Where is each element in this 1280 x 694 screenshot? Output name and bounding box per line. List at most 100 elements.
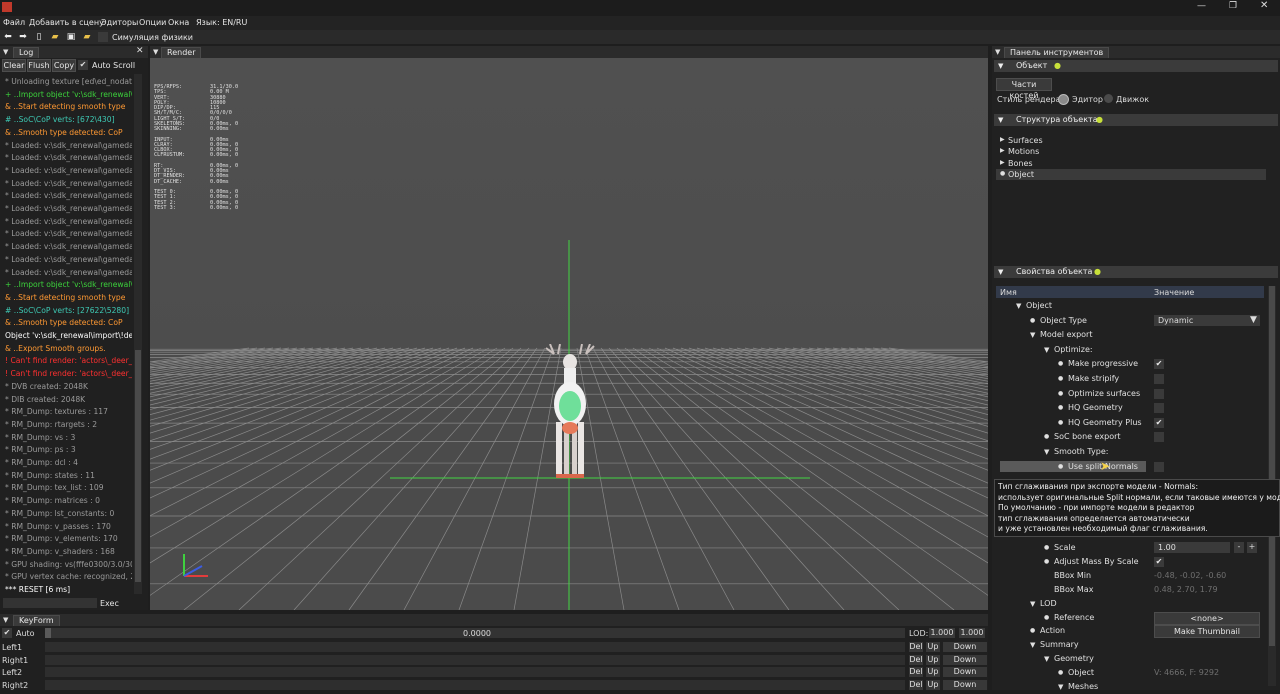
minimize-button[interactable]: — <box>1197 1 1206 11</box>
bullet-icon[interactable]: ● <box>1058 463 1063 470</box>
bullet-icon[interactable]: ● <box>1044 558 1049 565</box>
auto-scroll-checkbox[interactable]: ✔ <box>78 60 88 70</box>
property-row[interactable]: ▼ Smooth Type: <box>996 445 1254 459</box>
expand-icon[interactable]: ▼ <box>1030 331 1035 339</box>
expand-right-icon[interactable]: ▶ <box>1000 159 1005 166</box>
redo-icon[interactable]: ➡ <box>18 32 28 42</box>
menu-file[interactable]: Файл <box>3 18 25 27</box>
property-checkbox[interactable] <box>1154 432 1164 443</box>
keyform-track[interactable] <box>45 654 905 665</box>
maximize-button[interactable]: ❐ <box>1229 1 1237 11</box>
section-object[interactable]: ▼ Объект ● <box>994 60 1278 72</box>
property-row[interactable]: ● HQ Geometry <box>996 401 1254 415</box>
property-button[interactable]: Make Thumbnail <box>1154 625 1260 639</box>
render-viewport[interactable]: FPS/RFPS: 31.1/30.0 TPS: 0.00 M VERT: 30880 PO… <box>150 58 988 610</box>
collapse-icon[interactable]: ▼ <box>3 48 8 56</box>
property-checkbox[interactable] <box>1154 461 1164 472</box>
property-row[interactable]: ● Object Type Dynamic ▼ <box>996 314 1260 328</box>
menu-options[interactable]: Опции <box>139 18 166 27</box>
tree-item-bones[interactable]: Bones <box>1008 159 1033 168</box>
lod-input-1[interactable]: 1.000 <box>929 628 955 638</box>
collapse-icon[interactable]: ▼ <box>3 616 8 624</box>
property-row[interactable]: ● Make progressive ✔ <box>996 357 1254 371</box>
menu-windows[interactable]: Окна <box>168 18 189 27</box>
bullet-icon[interactable]: ● <box>1044 544 1049 551</box>
bullet-icon[interactable]: ● <box>1058 360 1063 367</box>
up-button[interactable]: Up <box>926 680 940 691</box>
section-object-structure[interactable]: ▼ Структура объекта ● <box>994 114 1278 126</box>
keyform-track[interactable] <box>45 667 905 678</box>
bullet-icon[interactable]: ● <box>1030 627 1035 634</box>
tree-item-motions[interactable]: Motions <box>1008 147 1039 156</box>
bullet-icon[interactable]: ● <box>1058 419 1063 426</box>
expand-icon[interactable]: ▼ <box>1044 655 1049 663</box>
menu-add-to-scene[interactable]: Добавить в сцену <box>29 18 104 27</box>
property-row[interactable]: ● SoC bone export <box>996 430 1254 444</box>
bullet-icon[interactable]: ● <box>1058 404 1063 411</box>
property-row[interactable]: ▼ Summary <box>996 638 1254 652</box>
property-checkbox[interactable] <box>1154 374 1164 384</box>
del-button[interactable]: Del <box>909 654 923 665</box>
property-row[interactable]: ▼ LOD <box>996 597 1254 611</box>
property-checkbox[interactable] <box>1154 403 1164 414</box>
property-row[interactable]: ▼ Model export <box>996 328 1254 342</box>
open-icon[interactable]: ▰ <box>82 32 92 42</box>
copy-button[interactable]: Copy <box>52 59 76 72</box>
section-object-properties[interactable]: ▼ Свойства объекта ● <box>994 266 1278 278</box>
property-row[interactable]: BBox Max 0.48, 2.70, 1.79 <box>996 583 1254 597</box>
auto-checkbox[interactable]: ✔ <box>2 628 12 638</box>
expand-icon[interactable]: ▼ <box>1030 600 1035 608</box>
new-file-icon[interactable]: ▯ <box>34 32 44 42</box>
keyform-track[interactable] <box>45 642 905 652</box>
render-style-engine-radio[interactable] <box>1104 94 1113 103</box>
decrement-button[interactable]: - <box>1234 542 1244 553</box>
properties-scrollbar-thumb[interactable] <box>1269 286 1275 646</box>
up-button[interactable]: Up <box>926 642 940 652</box>
down-button[interactable]: Down <box>943 667 987 678</box>
close-log-icon[interactable]: ✕ <box>136 46 144 56</box>
del-button[interactable]: Del <box>909 667 923 678</box>
timeline-slider[interactable]: 0.0000 <box>45 628 905 638</box>
expand-icon[interactable]: ▼ <box>1030 641 1035 649</box>
property-checkbox[interactable]: ✔ <box>1154 359 1164 370</box>
property-button[interactable]: <none> <box>1154 611 1260 625</box>
property-row[interactable]: ● Reference <none> <box>996 611 1260 625</box>
bullet-icon[interactable]: ● <box>1030 317 1035 324</box>
property-row[interactable]: ● Action Make Thumbnail <box>996 624 1260 639</box>
log-scrollbar[interactable] <box>134 74 142 594</box>
property-row[interactable]: ● Adjust Mass By Scale ✔ <box>996 555 1254 569</box>
down-button[interactable]: Down <box>943 680 987 691</box>
property-row[interactable]: BBox Min -0.48, -0.02, -0.60 <box>996 569 1254 583</box>
bullet-icon[interactable]: ● <box>1044 614 1049 621</box>
object-type-dropdown[interactable]: Dynamic ▼ <box>1154 314 1260 326</box>
property-row[interactable]: ● Optimize surfaces <box>996 387 1254 401</box>
expand-right-icon[interactable]: ▶ <box>1000 136 1005 143</box>
up-button[interactable]: Up <box>926 654 940 665</box>
save-icon[interactable]: ▣ <box>66 32 76 42</box>
log-scrollbar-thumb[interactable] <box>135 350 141 582</box>
property-row[interactable]: ▼ Object <box>996 299 1254 313</box>
expand-icon[interactable]: ▼ <box>1044 346 1049 354</box>
increment-button[interactable]: + <box>1247 542 1257 553</box>
down-button[interactable]: Down <box>943 642 987 652</box>
render-style-editor-radio[interactable] <box>1058 94 1069 105</box>
flush-button[interactable]: Flush <box>27 59 51 72</box>
exec-input[interactable] <box>3 598 97 608</box>
down-button[interactable]: Down <box>943 654 987 665</box>
property-checkbox[interactable]: ✔ <box>1154 417 1164 428</box>
property-row[interactable]: ▼ Meshes <box>996 680 1254 694</box>
clear-button[interactable]: Clear <box>2 59 26 72</box>
close-button[interactable]: ✕ <box>1260 0 1268 11</box>
deer-model[interactable] <box>540 344 600 484</box>
property-row[interactable]: ● Make stripify <box>996 372 1254 386</box>
expand-right-icon[interactable]: ▶ <box>1000 147 1005 154</box>
open-folder-icon[interactable]: ▰ <box>50 32 60 42</box>
exec-button[interactable]: Exec <box>100 599 119 608</box>
menu-editors[interactable]: Эдиторы <box>101 18 138 27</box>
menu-language[interactable]: Язык: EN/RU <box>196 18 247 27</box>
collapse-icon[interactable]: ▼ <box>153 48 158 56</box>
bullet-icon[interactable]: ● <box>1044 433 1049 440</box>
up-button[interactable]: Up <box>926 667 940 678</box>
bullet-icon[interactable]: ● <box>1000 170 1005 177</box>
expand-icon[interactable]: ▼ <box>1016 302 1021 310</box>
